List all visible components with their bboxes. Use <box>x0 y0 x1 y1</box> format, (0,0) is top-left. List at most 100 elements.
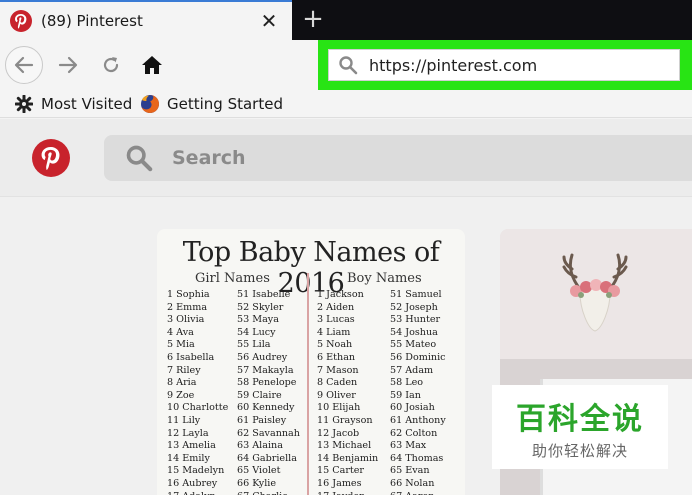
watermark: 百科全说 助你轻松解决 <box>492 385 668 469</box>
name-entry: 10 Charlotte <box>167 402 229 414</box>
name-entry: 2 Aiden <box>317 301 355 313</box>
home-icon <box>142 56 162 74</box>
name-entry: 7 Mason <box>317 364 359 376</box>
name-entry: 53 Maya <box>237 314 279 326</box>
name-entry: 5 Noah <box>317 339 353 351</box>
bookmark-label: Getting Started <box>167 95 283 113</box>
name-entry: 65 Evan <box>390 465 430 477</box>
name-entry: 17 Adalyn <box>167 491 228 495</box>
search-icon <box>124 143 154 173</box>
name-entry: 13 Amelia <box>167 440 216 452</box>
name-entry: 16 James <box>317 477 362 489</box>
name-entry: 16 Aubrey <box>167 477 218 489</box>
bookmark-getting-started[interactable]: Getting Started <box>140 93 283 115</box>
name-entry: 15 Carter <box>317 465 365 477</box>
bookmarks-bar: Most Visited Getting Started <box>0 90 692 118</box>
pinterest-logo[interactable] <box>32 139 70 177</box>
name-entry: 11 Lily <box>167 414 201 426</box>
name-entry: 15 Madelyn <box>167 465 225 477</box>
name-entry: 54 Joshua <box>390 326 438 338</box>
name-entry: 3 Lucas <box>317 314 355 326</box>
name-entry: 58 Penelope <box>237 377 297 389</box>
bookmark-label: Most Visited <box>41 95 133 113</box>
name-entry: 14 Benjamin <box>317 452 379 464</box>
name-entry: 62 Colton <box>390 427 438 439</box>
home-button[interactable] <box>138 51 166 79</box>
name-entry: 6 Ethan <box>317 351 356 363</box>
search-icon <box>337 54 359 76</box>
name-entry: 11 Grayson <box>317 414 373 426</box>
girl-names-header: Girl Names <box>195 271 270 286</box>
name-entry: 3 Olivia <box>167 314 205 326</box>
watermark-sub: 助你轻松解决 <box>531 441 628 460</box>
forward-arrow-icon <box>58 56 78 74</box>
url-bar[interactable]: https://pinterest.com <box>328 49 680 81</box>
name-entry: 6 Isabella <box>167 351 215 363</box>
name-entry: 52 Joseph <box>390 301 438 313</box>
name-entry: 13 Michael <box>317 440 372 452</box>
pinterest-search-input[interactable]: Search <box>104 135 692 181</box>
navigation-toolbar: https://pinterest.com <box>0 40 692 90</box>
pinterest-header: Search <box>0 119 692 197</box>
name-entry: 55 Lila <box>237 339 271 351</box>
search-placeholder: Search <box>172 147 246 169</box>
new-tab-button[interactable]: + <box>300 4 326 34</box>
boy-names-column-1: 1 Jackson 2 Aiden 3 Lucas 4 Liam 5 Noah 6 Eth… <box>317 289 378 495</box>
name-entry: 60 Josiah <box>390 402 435 414</box>
name-entry: 53 Hunter <box>390 314 441 326</box>
antler-skull-image <box>562 253 628 332</box>
name-entry: 1 Jackson <box>317 289 364 300</box>
boy-names-header: Boy Names <box>347 271 422 286</box>
column-divider <box>307 273 309 495</box>
name-entry: 4 Ava <box>167 326 194 338</box>
reload-button[interactable] <box>97 52 125 78</box>
name-entry: 63 Alaina <box>237 440 283 452</box>
name-entry: 4 Liam <box>317 326 351 338</box>
watermark-main: 百科全说 <box>516 401 644 437</box>
name-entry: 61 Anthony <box>390 414 446 426</box>
url-text[interactable]: https://pinterest.com <box>369 56 537 75</box>
name-entry: 66 Kylie <box>237 477 277 489</box>
name-entry: 9 Oliver <box>317 389 356 401</box>
reload-icon <box>103 57 119 73</box>
name-entry: 60 Kennedy <box>237 402 295 414</box>
pinterest-icon <box>10 10 32 32</box>
name-entry: 17 Jayden <box>317 491 378 495</box>
name-entry: 61 Paisley <box>237 414 287 426</box>
name-entry: 9 Zoe <box>167 389 195 401</box>
tab-title: (89) Pinterest <box>41 12 143 30</box>
tab-pinterest[interactable]: (89) Pinterest ✕ <box>0 0 292 40</box>
name-entry: 12 Jacob <box>317 427 360 439</box>
name-entry: 8 Caden <box>317 377 358 389</box>
gear-icon <box>14 94 34 114</box>
back-button[interactable] <box>5 46 43 84</box>
name-entry: 57 Adam <box>390 364 434 376</box>
name-entry: 52 Skyler <box>237 301 284 313</box>
pin-baby-names[interactable]: Top Baby Names of 2016 Girl Names Boy Na… <box>157 229 465 495</box>
firefox-icon <box>140 94 160 114</box>
name-entry: 59 Claire <box>237 389 282 401</box>
name-entry: 54 Lucy <box>237 326 276 338</box>
tab-strip: (89) Pinterest ✕ + <box>0 0 692 40</box>
boy-names-column-2: 51 Samuel 52 Joseph 53 Hunter 54 Joshua 55 M… <box>390 289 446 495</box>
name-entry: 10 Elijah <box>317 402 361 414</box>
name-entry: 14 Emily <box>167 452 210 464</box>
name-entry: 67 Charlie <box>237 491 300 495</box>
name-entry: 7 Riley <box>167 364 201 376</box>
name-entry: 57 Makayla <box>237 364 294 376</box>
name-entry: 58 Leo <box>390 377 424 389</box>
name-entry: 12 Layla <box>167 427 209 439</box>
name-entry: 64 Gabriella <box>237 452 297 464</box>
name-entry: 62 Savannah <box>237 427 300 439</box>
name-entry: 65 Violet <box>237 465 281 477</box>
girl-names-column-2: 51 Isabelle 52 Skyler 53 Maya 54 Lucy 55 Lil… <box>237 289 300 495</box>
close-icon[interactable]: ✕ <box>258 9 280 33</box>
bookmark-most-visited[interactable]: Most Visited <box>14 93 132 115</box>
name-entry: 67 Aaron <box>390 491 446 495</box>
name-entry: 5 Mia <box>167 339 195 351</box>
forward-button[interactable] <box>54 52 82 78</box>
name-entry: 56 Dominic <box>390 351 446 363</box>
back-arrow-icon <box>14 56 34 74</box>
name-entry: 1 Sophia <box>167 289 210 300</box>
name-entry: 51 Isabelle <box>237 289 291 300</box>
